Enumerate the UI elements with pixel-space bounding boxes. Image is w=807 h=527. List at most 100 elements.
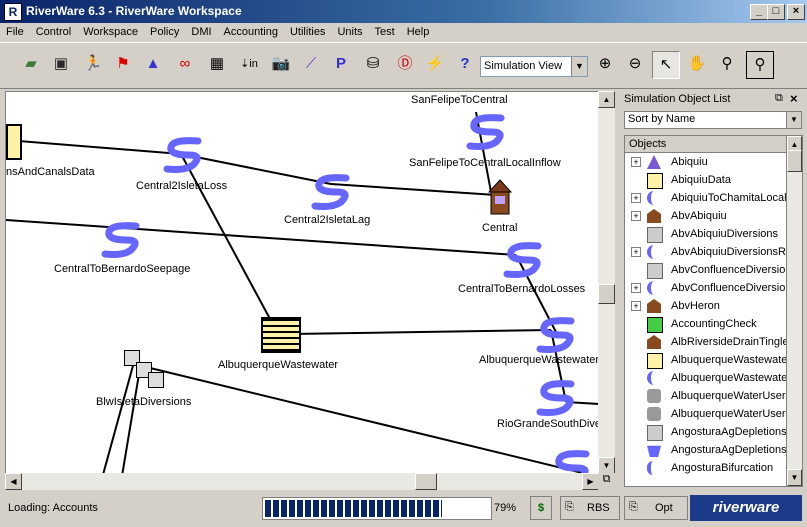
menu-accounting[interactable]: Accounting	[218, 23, 284, 40]
grid-icon[interactable]: ▦	[204, 51, 230, 77]
node-label: CentralToBernardoLosses	[458, 283, 586, 295]
list-item[interactable]: AlbRiversideDrainTingle	[625, 333, 787, 351]
window-title: RiverWare 6.3 - RiverWare Workspace	[26, 4, 242, 18]
list-item[interactable]: AngosturaAgDepletions	[625, 423, 787, 441]
menu-control[interactable]: Control	[30, 23, 77, 40]
expand-icon[interactable]: +	[631, 301, 641, 311]
node-label: SanFelipeToCentral	[411, 94, 508, 106]
expand-icon[interactable]: +	[631, 211, 641, 221]
reach-icon[interactable]	[101, 222, 141, 258]
list-item[interactable]: AccountingCheck	[625, 315, 787, 333]
plot-icon[interactable]: ⟋	[298, 51, 324, 77]
list-item[interactable]: + Abiquiu	[625, 153, 787, 171]
view-select-value: Simulation View	[484, 60, 563, 72]
menu-workspace[interactable]: Workspace	[77, 23, 144, 40]
chevron-down-icon[interactable]: ▼	[571, 57, 587, 76]
list-item[interactable]: AlbuquerqueWaterUser	[625, 387, 787, 405]
list-item[interactable]: AbvAbiquiuDiversions	[625, 225, 787, 243]
expand-icon[interactable]: +	[631, 193, 641, 203]
chevron-down-icon[interactable]: ▼	[786, 112, 801, 128]
view-select[interactable]: Simulation View ▼	[480, 56, 588, 77]
expand-icon[interactable]: +	[631, 283, 641, 293]
list-item[interactable]: AngosturaBifurcation	[625, 459, 787, 477]
dollar-icon[interactable]: $	[530, 496, 552, 520]
list-item[interactable]: + AbvAbiquiuDiversionsRe	[625, 243, 787, 261]
menu-dmi[interactable]: DMI	[185, 23, 217, 40]
reach-icon[interactable]	[536, 317, 576, 353]
slot-input-icon[interactable]: ⇣in	[236, 51, 262, 77]
link-icon[interactable]: ∞	[172, 51, 198, 77]
close-panel-icon[interactable]: ×	[790, 91, 798, 106]
diversion-icon[interactable]	[148, 372, 164, 388]
list-item[interactable]: + AbvAbiquiu	[625, 207, 787, 225]
expand-icon[interactable]: +	[631, 247, 641, 257]
list-item[interactable]: AlbuquerqueWastewate	[625, 369, 787, 387]
telescope-icon[interactable]: ⚲	[714, 51, 740, 77]
scroll-down-icon[interactable]: ▼	[787, 469, 802, 486]
expand-icon[interactable]: +	[631, 157, 641, 167]
scroll-left-icon[interactable]: ◀	[5, 473, 22, 490]
reach-icon[interactable]	[536, 380, 576, 416]
scroll-thumb[interactable]	[598, 284, 615, 304]
reach-icon[interactable]	[163, 137, 203, 173]
scroll-down-icon[interactable]: ▼	[598, 457, 615, 474]
menu-units[interactable]: Units	[331, 23, 368, 40]
canvas-horizontal-scrollbar[interactable]: ◀ ▶	[5, 473, 599, 490]
reservoir-icon[interactable]: ▲	[140, 51, 166, 77]
sort-select-value: Sort by Name	[628, 113, 696, 125]
run-icon[interactable]: 🏃	[80, 51, 106, 77]
framed-telescope-icon[interactable]: ⚲	[746, 51, 774, 79]
run-multiple-icon[interactable]: ⚑	[110, 51, 136, 77]
list-item[interactable]: + AbvConfluenceDiversion	[625, 279, 787, 297]
list-item[interactable]: AlbuquerqueWastewate	[625, 351, 787, 369]
reach-icon[interactable]	[466, 114, 506, 150]
float-panel-icon[interactable]: ⧉	[775, 92, 783, 105]
scroll-thumb[interactable]	[787, 150, 802, 172]
list-item[interactable]: + AbiquiuToChamitaLocalI	[625, 189, 787, 207]
riverware-logo-icon: R	[4, 3, 22, 21]
scroll-right-icon[interactable]: ▶	[582, 473, 599, 490]
zoom-in-icon[interactable]: ⊕	[592, 51, 618, 77]
menu-help[interactable]: Help	[401, 23, 436, 40]
list-item[interactable]: + AbvHeron	[625, 297, 787, 315]
reach-icon	[647, 245, 665, 259]
open-icon[interactable]: ▰	[18, 51, 44, 77]
lightning-icon[interactable]: ⚡	[422, 51, 448, 77]
data-object-icon[interactable]	[6, 124, 22, 160]
camera-icon[interactable]: 📷	[268, 51, 294, 77]
list-item[interactable]: AngosturaAgDepletions	[625, 441, 787, 459]
scroll-up-icon[interactable]: ▲	[598, 91, 615, 108]
maximize-button[interactable]: □	[767, 4, 785, 20]
list-scrollbar[interactable]: ▲ ▼	[786, 135, 803, 487]
minimize-button[interactable]: _	[750, 4, 768, 20]
diagnostics-icon[interactable]: Ⓓ	[392, 51, 418, 77]
opt-button[interactable]: ⎘ Opt	[624, 496, 688, 520]
sort-select[interactable]: Sort by Name ▼	[624, 111, 802, 129]
scroll-thumb[interactable]	[415, 473, 437, 490]
data-object-icon[interactable]	[261, 317, 301, 353]
reach-icon[interactable]	[503, 242, 543, 278]
close-button[interactable]: ×	[787, 4, 805, 20]
help-icon[interactable]: ?	[452, 51, 478, 77]
list-item[interactable]: AlbuquerqueWaterUser	[625, 405, 787, 423]
panel-title: Simulation Object List	[624, 93, 731, 105]
menu-utilities[interactable]: Utilities	[284, 23, 331, 40]
list-item[interactable]: AbvConfluenceDiversion	[625, 261, 787, 279]
menu-file[interactable]: File	[0, 23, 30, 40]
canvas-vertical-scrollbar[interactable]: ▲ ▼	[598, 91, 615, 481]
workspace-canvas[interactable]: nsAndCanalsData Central2IsletaLoss SanFe…	[5, 91, 600, 483]
list-item-label: AlbRiversideDrainTingle	[671, 336, 788, 348]
menu-test[interactable]: Test	[369, 23, 401, 40]
zoom-out-icon[interactable]: ⊖	[622, 51, 648, 77]
pointer-icon[interactable]: ↖	[652, 51, 680, 79]
overview-icon[interactable]: ⧉	[598, 473, 615, 490]
database-icon[interactable]: ⛁	[360, 51, 386, 77]
pan-hand-icon[interactable]: ✋	[684, 51, 710, 77]
reach-icon[interactable]	[311, 174, 351, 210]
list-item[interactable]: AbiquiuData	[625, 171, 787, 189]
menu-policy[interactable]: Policy	[144, 23, 185, 40]
control-point-icon[interactable]	[487, 178, 513, 216]
rbs-button[interactable]: ⎘ RBS	[560, 496, 620, 520]
policy-icon[interactable]: P	[328, 51, 354, 77]
save-icon[interactable]: ▣	[48, 51, 74, 77]
